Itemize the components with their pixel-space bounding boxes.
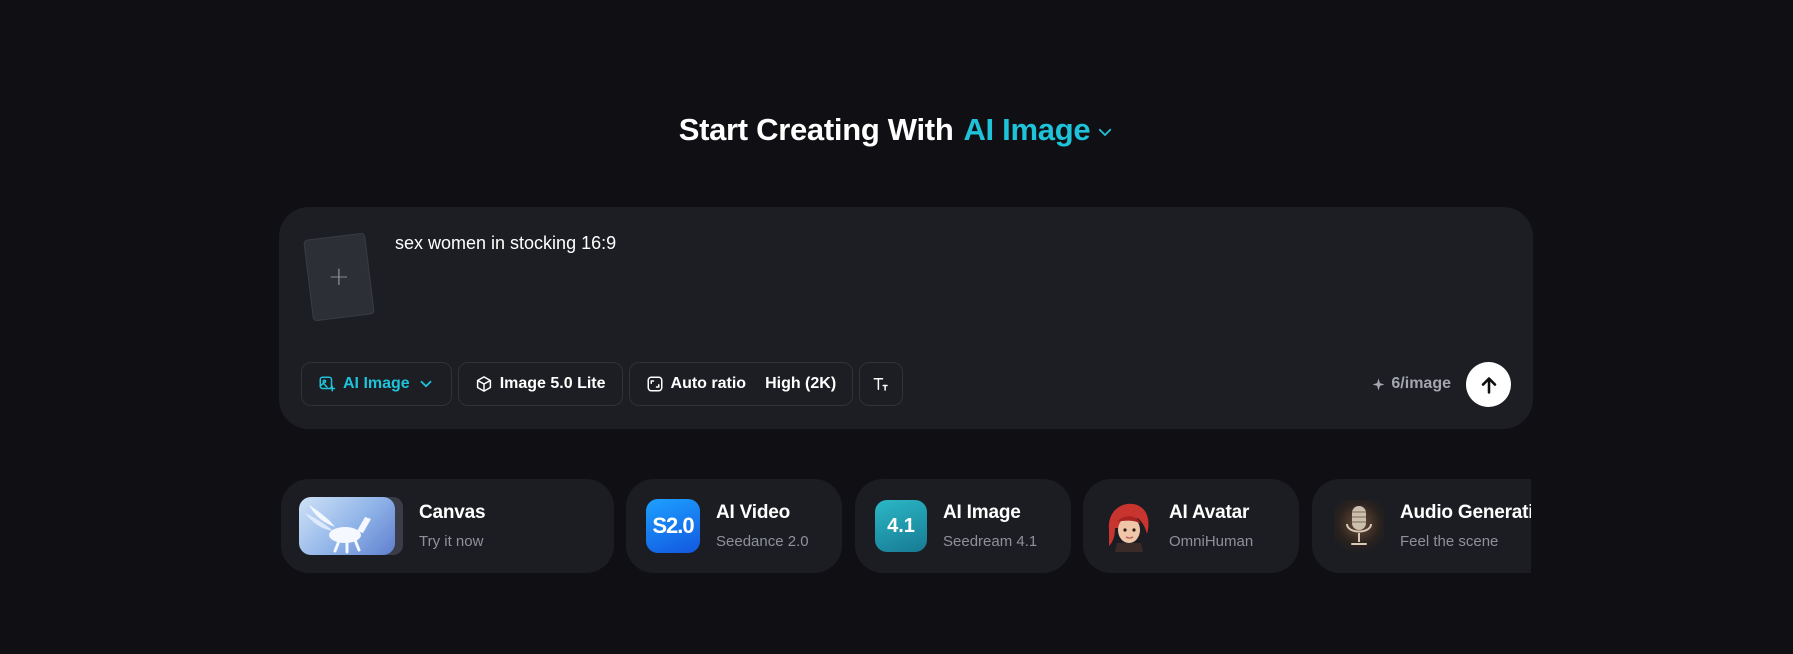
tool-shortcuts: Canvas Try it now S2.0 AI Video Seedance… [281,479,1531,573]
image-plus-icon [319,376,336,392]
tool-subtitle: Feel the scene [1400,533,1499,550]
tool-title: Canvas [419,502,486,523]
composer-toolbar: AI Image Image 5.0 Lite Auto ratio High … [301,362,904,406]
upload-reference-button[interactable]: + [303,232,375,322]
badge-label: S2.0 [652,513,694,538]
badge-label: 4.1 [887,514,915,537]
credit-cost-label: 6/image [1391,375,1451,392]
tool-title: AI Image [943,502,1021,523]
arrow-up-icon [1481,376,1496,394]
tool-title: Audio Generation [1400,502,1531,523]
tool-subtitle: Seedream 4.1 [943,533,1038,550]
tool-title: AI Video [716,502,791,523]
credit-cost: 6/image [1372,375,1451,393]
sparkle-icon [1372,378,1385,390]
chevron-down-icon [1099,128,1112,136]
model-select-chip[interactable]: Image 5.0 Lite [457,362,623,406]
page-title: Start Creating With AI Image [0,112,1793,148]
prompt-composer: + sex women in stocking 16:9 AI Image Im… [279,207,1533,429]
avatar-character-icon [1103,500,1153,552]
tool-subtitle: Seedance 2.0 [716,533,809,550]
ratio-label: Auto ratio [670,375,747,392]
ratio-quality-chip[interactable]: Auto ratio High (2K) [628,362,854,406]
microphone-icon [1334,500,1384,552]
tool-card-ai-image[interactable]: 4.1 AI Image Seedream 4.1 [855,479,1071,573]
tool-title: AI Avatar [1169,502,1250,523]
send-button[interactable] [1466,362,1511,407]
title-prefix: Start Creating With [678,112,954,147]
tool-card-ai-avatar[interactable]: AI Avatar OmniHuman [1083,479,1299,573]
mode-switch-label: AI Image [963,112,1091,147]
cube-icon [476,376,491,392]
quality-label: High (2K) [765,375,837,392]
tool-card-canvas[interactable]: Canvas Try it now [281,479,614,573]
prompt-input[interactable]: sex women in stocking 16:9 [395,231,1495,311]
plus-icon: + [328,262,350,293]
text-style-button[interactable] [859,362,904,406]
mode-switch-dropdown[interactable]: AI Image [963,112,1114,148]
canvas-thumbnail [299,497,403,555]
seedance-badge-icon: S2.0 [646,499,700,553]
tool-card-audio-generation[interactable]: Audio Generation Feel the scene [1312,479,1531,573]
aspect-ratio-icon [647,376,663,392]
mode-select-label: AI Image [343,375,410,392]
mode-select-chip[interactable]: AI Image [301,362,452,406]
pegasus-icon [305,505,371,554]
chevron-down-icon [420,380,432,388]
tool-card-ai-video[interactable]: S2.0 AI Video Seedance 2.0 [626,479,842,573]
text-size-icon [873,378,888,391]
tool-subtitle: OmniHuman [1169,533,1254,550]
model-select-label: Image 5.0 Lite [499,375,606,392]
tool-subtitle: Try it now [419,533,484,550]
seedream-badge-icon: 4.1 [875,500,927,552]
